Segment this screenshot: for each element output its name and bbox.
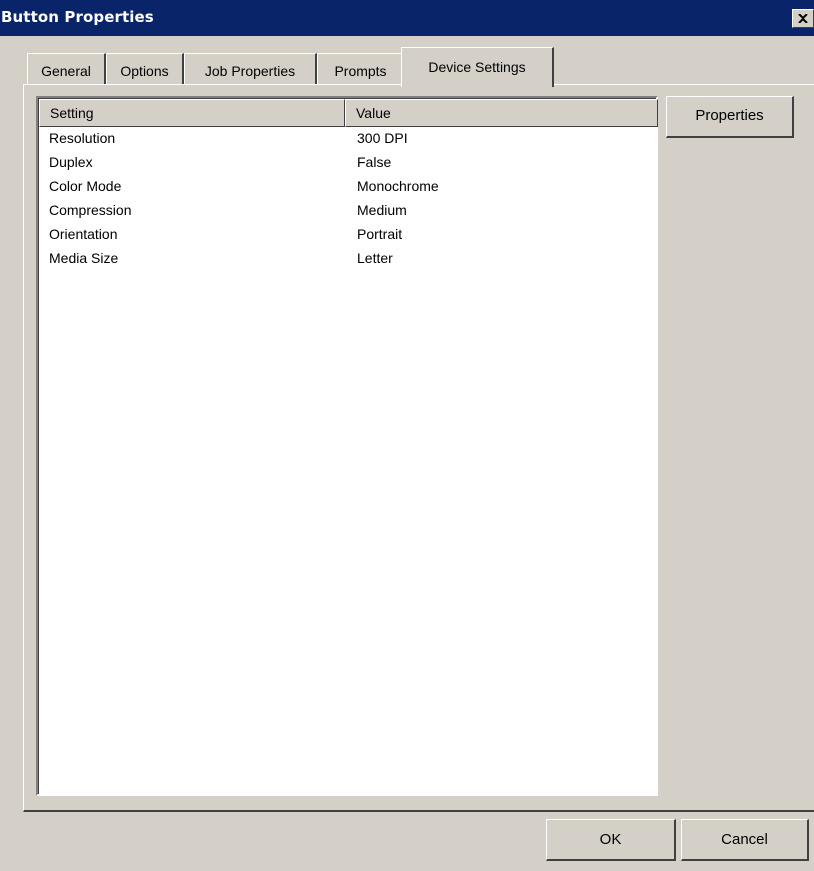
tab-options[interactable]: Options: [106, 53, 184, 85]
setting-value: Medium: [357, 202, 407, 218]
column-header-setting[interactable]: Setting: [39, 99, 345, 127]
list-item[interactable]: Orientation Portrait: [39, 225, 658, 249]
list-item[interactable]: Resolution 300 DPI: [39, 129, 658, 153]
cancel-button-label: Cancel: [721, 831, 768, 848]
button-properties-dialog: Button Properties General Options Job Pr…: [0, 0, 814, 871]
setting-value: 300 DPI: [357, 130, 408, 146]
setting-name: Color Mode: [49, 178, 122, 194]
tab-device-settings-label: Device Settings: [428, 59, 526, 75]
list-item[interactable]: Compression Medium: [39, 201, 658, 225]
tab-prompts-label: Prompts: [334, 63, 387, 79]
close-icon: [798, 14, 808, 23]
setting-value: Letter: [357, 250, 393, 266]
setting-name: Media Size: [49, 250, 119, 266]
setting-value: False: [357, 154, 392, 170]
close-button[interactable]: [792, 9, 814, 28]
setting-name: Orientation: [49, 226, 118, 242]
setting-name: Duplex: [49, 154, 93, 170]
column-header-value-label: Value: [356, 105, 391, 121]
title-bar[interactable]: Button Properties: [0, 0, 814, 36]
tab-job-properties-label: Job Properties: [204, 63, 296, 79]
tab-prompts[interactable]: Prompts: [317, 53, 403, 85]
tab-general-label: General: [41, 63, 91, 79]
column-header-value[interactable]: Value: [345, 99, 658, 127]
ok-button[interactable]: OK: [546, 819, 676, 861]
window-title: Button Properties: [1, 8, 154, 26]
setting-value: Monochrome: [357, 178, 439, 194]
tab-options-label: Options: [120, 63, 169, 79]
column-header-setting-label: Setting: [50, 105, 94, 121]
tab-job-properties[interactable]: Job Properties: [184, 53, 317, 85]
setting-name: Compression: [49, 202, 132, 218]
properties-button[interactable]: Properties: [666, 96, 794, 138]
list-item[interactable]: Duplex False: [39, 153, 658, 177]
list-item[interactable]: Media Size Letter: [39, 249, 658, 273]
settings-list[interactable]: Setting Value Resolution 300 DPI Duplex …: [36, 96, 658, 796]
list-header: Setting Value: [39, 99, 658, 127]
setting-name: Resolution: [49, 130, 116, 146]
tab-general[interactable]: General: [27, 53, 106, 85]
cancel-button[interactable]: Cancel: [681, 819, 809, 861]
properties-button-label: Properties: [695, 107, 764, 124]
tab-device-settings[interactable]: Device Settings: [401, 47, 554, 87]
settings-list-frame: Setting Value Resolution 300 DPI Duplex …: [38, 98, 658, 794]
list-item[interactable]: Color Mode Monochrome: [39, 177, 658, 201]
list-rows: Resolution 300 DPI Duplex False Color Mo…: [39, 129, 658, 273]
setting-value: Portrait: [357, 226, 403, 242]
ok-button-label: OK: [599, 831, 622, 848]
